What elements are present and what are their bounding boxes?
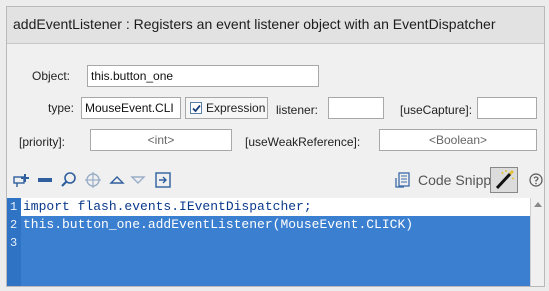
checkmark-icon — [192, 104, 201, 113]
magic-wand-button[interactable] — [490, 167, 518, 193]
help-icon[interactable] — [529, 173, 543, 187]
expression-checkbox[interactable] — [190, 102, 202, 114]
delete-icon[interactable] — [36, 171, 54, 189]
script-editor[interactable]: 1 2 3 import flash.events.IEventDispatch… — [7, 198, 530, 286]
useweakreference-label: [useWeakReference]: — [245, 135, 361, 149]
move-up-icon[interactable] — [108, 171, 126, 189]
panel-header: addEventListener : Registers an event li… — [7, 7, 544, 44]
object-field[interactable]: this.button_one — [87, 65, 319, 87]
priority-label: [priority]: — [19, 135, 66, 149]
priority-field[interactable]: <int> — [90, 129, 232, 151]
type-label: type: — [48, 101, 75, 115]
usecapture-field[interactable] — [477, 97, 537, 119]
usecapture-label: [useCapture]: — [400, 103, 473, 117]
line-number: 2 — [10, 218, 18, 232]
magic-wand-icon — [495, 169, 515, 190]
move-down-icon[interactable] — [129, 171, 147, 189]
line-number: 3 — [10, 236, 18, 250]
scroll-up-icon[interactable] — [534, 202, 542, 207]
method-description: addEventListener : Registers an event li… — [13, 16, 496, 32]
add-statement-icon[interactable] — [13, 171, 31, 189]
useweakreference-field[interactable]: <Boolean> — [379, 129, 537, 151]
vertical-scrollbar[interactable] — [530, 198, 544, 286]
object-label: Object: — [32, 69, 71, 83]
find-icon[interactable] — [60, 171, 78, 189]
line-number: 1 — [10, 200, 18, 214]
code-snippets-icon[interactable] — [394, 171, 412, 189]
actions-panel: addEventListener : Registers an event li… — [6, 6, 545, 287]
listener-label: listener: — [276, 103, 319, 117]
expression-toggle[interactable]: Expression — [185, 97, 268, 119]
target-icon[interactable] — [84, 171, 102, 189]
expression-label: Expression — [206, 101, 266, 115]
selection-highlight — [21, 234, 530, 286]
code-line[interactable]: import flash.events.IEventDispatcher; — [23, 199, 312, 214]
insert-icon[interactable] — [154, 171, 172, 189]
code-line[interactable]: this.button_one.addEventListener(MouseEv… — [23, 217, 413, 232]
listener-field[interactable] — [328, 97, 384, 119]
type-field[interactable]: MouseEvent.CLI — [81, 97, 181, 119]
